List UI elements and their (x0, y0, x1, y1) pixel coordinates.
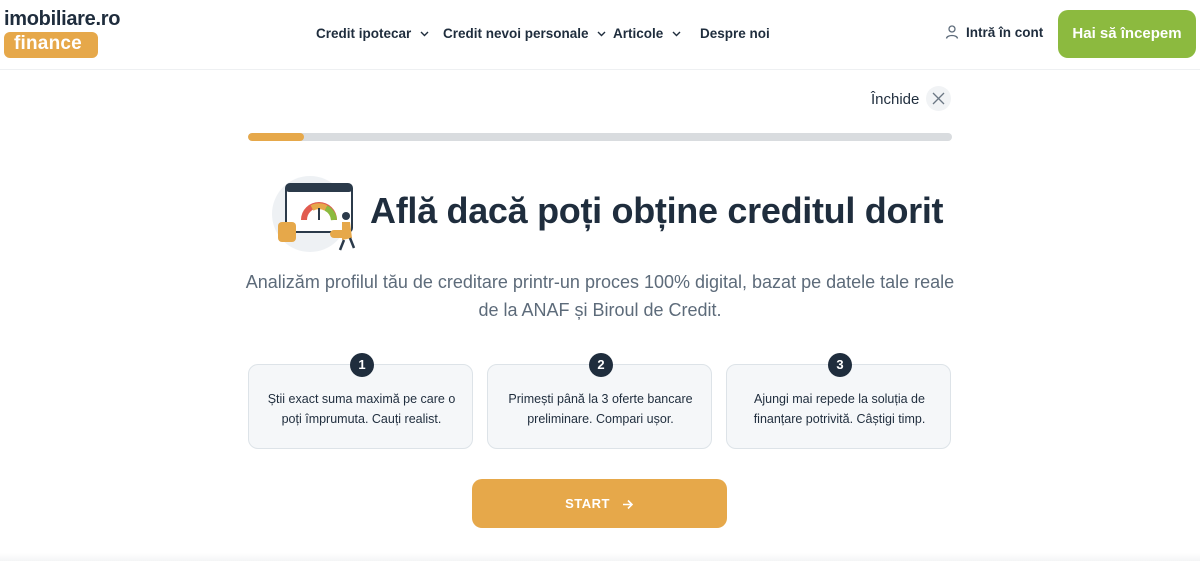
nav-label: Articole (613, 26, 664, 41)
nav-despre-noi[interactable]: Despre noi (700, 26, 770, 44)
nav-articole[interactable]: Articole (613, 26, 681, 44)
step-number-badge: 2 (589, 353, 613, 377)
arrow-right-icon (622, 499, 634, 510)
benefit-card-3: 3 Ajungi mai repede la soluția de finanț… (726, 353, 951, 449)
nav-label: Credit nevoi personale (443, 26, 589, 41)
user-icon (945, 25, 959, 39)
benefit-text: Știi exact suma maximă pe care o poți îm… (267, 392, 456, 426)
nav-label: Credit ipotecar (316, 26, 412, 41)
credit-score-illustration (268, 172, 368, 252)
logo-badge-text: finance (14, 33, 82, 54)
logo-badge: finance (4, 32, 98, 58)
get-started-button[interactable]: Hai să începem (1058, 10, 1196, 58)
step-number-badge: 1 (350, 353, 374, 377)
page-bottom-edge (0, 553, 1200, 561)
logo-wordmark: imobiliare.ro (4, 8, 120, 31)
chevron-down-icon (597, 31, 606, 37)
nav-credit-nevoi-personale[interactable]: Credit nevoi personale (443, 26, 606, 44)
benefit-card-2: 2 Primești până la 3 oferte bancare prel… (487, 353, 712, 449)
close-label: Închide (871, 91, 920, 108)
login-link[interactable]: Intră în cont (944, 24, 1043, 44)
start-label: START (565, 496, 610, 511)
close-icon[interactable] (926, 86, 951, 111)
benefit-text: Primești până la 3 oferte bancare prelim… (508, 392, 693, 426)
nav-label: Despre noi (700, 26, 770, 41)
page-title: Află dacă poți obține creditul dorit (370, 190, 944, 231)
step-number-badge: 3 (828, 353, 852, 377)
login-label: Intră în cont (966, 25, 1044, 40)
site-header: imobiliare.ro finance Credit ipotecar Cr… (0, 0, 1200, 70)
chevron-down-icon (420, 31, 429, 37)
logo[interactable]: imobiliare.ro finance (2, 8, 142, 60)
benefit-text: Ajungi mai repede la soluția de finanțar… (753, 392, 926, 426)
progress-bar (248, 133, 952, 141)
chevron-down-icon (672, 31, 681, 37)
nav-credit-ipotecar[interactable]: Credit ipotecar (316, 26, 429, 44)
logo-rest: obiliare.ro (26, 8, 121, 30)
benefit-card-1: 1 Știi exact suma maximă pe care o poți … (248, 353, 473, 449)
start-button[interactable]: START (472, 479, 727, 528)
logo-prefix: im (4, 8, 27, 30)
progress-fill (248, 133, 305, 141)
page-subtitle: Analizăm profilul tău de creditare print… (245, 272, 955, 320)
